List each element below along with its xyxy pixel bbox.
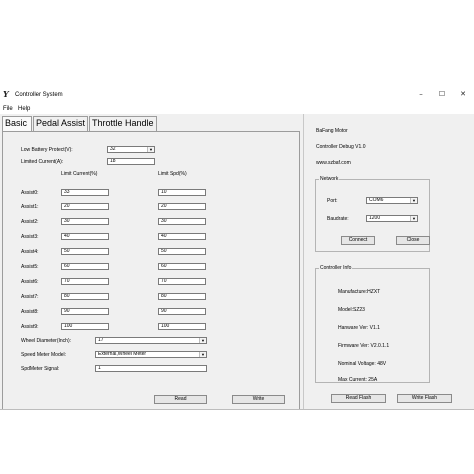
assist-label: Assist7: xyxy=(21,294,39,300)
baudrate-select[interactable]: 1200 ▼ xyxy=(366,215,418,222)
max-current-text: Max Current: 25A xyxy=(338,377,378,383)
baudrate-label: Baudrate: xyxy=(327,216,349,222)
spdmeter-signal-input[interactable]: 1 xyxy=(95,365,207,372)
assist-label: Assist2: xyxy=(21,219,39,225)
assist-current-input[interactable]: 40 xyxy=(61,233,109,240)
assist-current-input[interactable]: 20 xyxy=(61,203,109,210)
minimize-icon[interactable]: – xyxy=(415,89,427,100)
baudrate-value: 1200 xyxy=(369,215,381,221)
chevron-down-icon[interactable]: ▼ xyxy=(410,198,417,203)
write-flash-button[interactable]: Write Flash xyxy=(397,394,452,403)
assist-current-input[interactable]: 50 xyxy=(61,248,109,255)
hardware-version-text: Hanware Ver: V1.1 xyxy=(338,325,380,331)
assist-label: Assist3: xyxy=(21,234,39,240)
controller-info-title: Controller Info xyxy=(319,265,353,271)
assist-label: Assist1: xyxy=(21,204,39,210)
chevron-down-icon[interactable]: ▼ xyxy=(147,147,154,152)
wheel-diameter-select[interactable]: 17 ▼ xyxy=(95,337,207,344)
limited-current-input[interactable]: 18 xyxy=(107,158,155,165)
assist-speed-input[interactable]: 30 xyxy=(158,218,206,225)
app-logo-icon: Y xyxy=(3,89,9,99)
tab-throttle-handle[interactable]: Throttle Handle xyxy=(89,116,157,131)
network-group-title: Network xyxy=(319,176,340,182)
website-text: www.szbaf.com xyxy=(316,160,351,166)
low-battery-label: Low Battery Protect(V): xyxy=(21,147,73,153)
menu-file[interactable]: File xyxy=(3,105,13,113)
menu-help[interactable]: Help xyxy=(18,105,30,113)
window-title: Controller System xyxy=(15,92,63,98)
read-button[interactable]: Read xyxy=(154,395,207,404)
debug-version-text: Controller Debug V1.0 xyxy=(316,144,366,150)
spdmeter-signal-label: SpdMeter Signal: xyxy=(21,366,60,372)
assist-speed-input[interactable]: 70 xyxy=(158,278,206,285)
model-text: Model:SZ23 xyxy=(338,307,365,313)
assist-label: Assist6: xyxy=(21,279,39,285)
write-button[interactable]: Write xyxy=(232,395,285,404)
port-value: COM6 xyxy=(369,197,384,203)
low-battery-select[interactable]: 32 ▼ xyxy=(107,146,155,153)
read-flash-button[interactable]: Read Flash xyxy=(331,394,386,403)
close-port-button[interactable]: Close xyxy=(396,236,430,245)
maximize-icon[interactable]: ☐ xyxy=(436,89,448,100)
assist-speed-input[interactable]: 50 xyxy=(158,248,206,255)
assist-current-input[interactable]: 90 xyxy=(61,308,109,315)
limit-current-header: Limit Current(%) xyxy=(61,171,98,177)
manufacturer-text: Manufacture:HZXT xyxy=(338,289,381,295)
assist-label: Assist9: xyxy=(21,324,39,330)
assist-label: Assist5: xyxy=(21,264,39,270)
limited-current-label: Limited Current(A): xyxy=(21,159,64,165)
panel-divider xyxy=(303,114,304,410)
firmware-version-text: Firmware Ver: V2.0.1.1 xyxy=(338,343,390,349)
connect-button[interactable]: Connect xyxy=(341,236,375,245)
assist-current-input[interactable]: 80 xyxy=(61,293,109,300)
assist-speed-input[interactable]: 20 xyxy=(158,203,206,210)
assist-current-input[interactable]: 33 xyxy=(61,189,109,196)
speed-meter-label: Speed Meter Model: xyxy=(21,352,67,358)
assist-label: Assist0: xyxy=(21,190,39,196)
assist-speed-input[interactable]: 100 xyxy=(158,323,206,330)
network-group: Network Port: COM6 ▼ Baudrate: 1200 ▼ Co… xyxy=(315,176,430,252)
close-icon[interactable]: ✕ xyxy=(457,89,469,100)
assist-current-input[interactable]: 30 xyxy=(61,218,109,225)
assist-current-input[interactable]: 100 xyxy=(61,323,109,330)
assist-speed-input[interactable]: 60 xyxy=(158,263,206,270)
brand-text: BaFang Motor xyxy=(316,128,348,134)
wheel-diameter-value: 17 xyxy=(98,337,104,343)
assist-current-input[interactable]: 60 xyxy=(61,263,109,270)
chevron-down-icon[interactable]: ▼ xyxy=(199,338,206,343)
assist-label: Assist8: xyxy=(21,309,39,315)
assist-current-input[interactable]: 70 xyxy=(61,278,109,285)
chevron-down-icon[interactable]: ▼ xyxy=(199,352,206,357)
speed-meter-select[interactable]: External,Wheel Meter ▼ xyxy=(95,351,207,358)
assist-speed-input[interactable]: 80 xyxy=(158,293,206,300)
assist-speed-input[interactable]: 40 xyxy=(158,233,206,240)
controller-system-window: Y Controller System – ☐ ✕ File Help Basi… xyxy=(0,86,474,410)
low-battery-value: 32 xyxy=(110,146,116,152)
port-select[interactable]: COM6 ▼ xyxy=(366,197,418,204)
title-bar: Y Controller System – ☐ ✕ xyxy=(0,86,474,104)
assist-label: Assist4: xyxy=(21,249,39,255)
controller-info-group: Controller Info Manufacture:HZXT Model:S… xyxy=(315,265,430,383)
menu-bar: File Help xyxy=(0,104,474,114)
limit-speed-header: Limit Spd(%) xyxy=(158,171,187,177)
window-bottom-border xyxy=(0,409,474,410)
tab-pedal-assist[interactable]: Pedal Assist xyxy=(33,116,88,131)
wheel-diameter-label: Wheel Diameter(Inch): xyxy=(21,338,72,344)
speed-meter-value: External,Wheel Meter xyxy=(98,351,147,357)
assist-speed-input[interactable]: 10 xyxy=(158,189,206,196)
tab-basic[interactable]: Basic xyxy=(2,116,32,131)
assist-speed-input[interactable]: 90 xyxy=(158,308,206,315)
basic-tab-panel: Low Battery Protect(V): 32 ▼ Limited Cur… xyxy=(2,131,300,410)
port-label: Port: xyxy=(327,198,338,204)
chevron-down-icon[interactable]: ▼ xyxy=(410,216,417,221)
nominal-voltage-text: Nominal Voltage: 48V xyxy=(338,361,387,367)
